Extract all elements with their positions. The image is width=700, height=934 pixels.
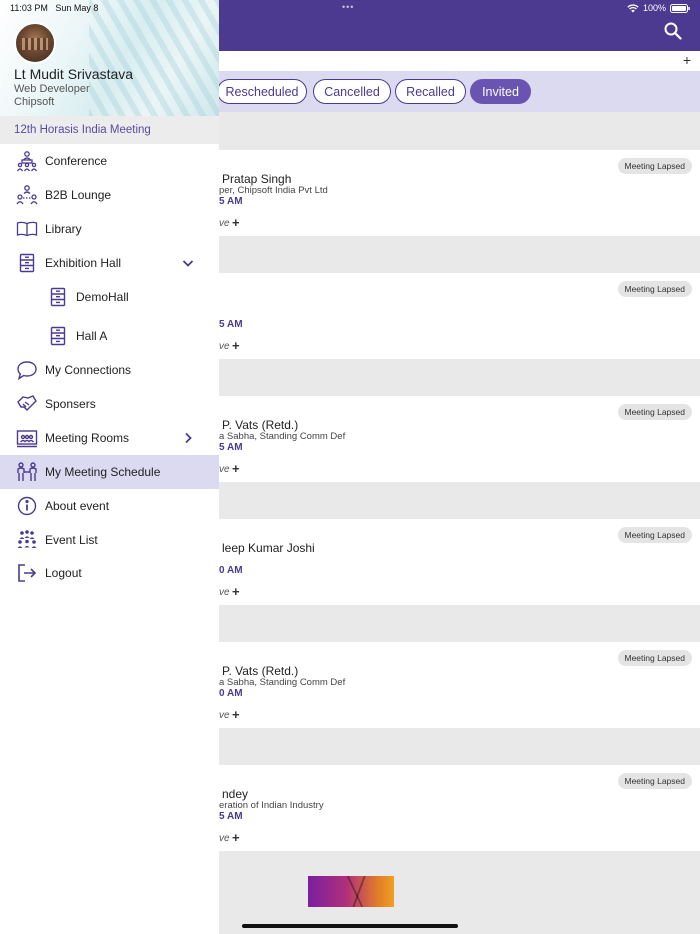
menu-item-my-connections[interactable]: My Connections	[0, 353, 219, 387]
menu-item-demohall[interactable]: DemoHall	[0, 280, 219, 314]
menu-label: My Meeting Schedule	[45, 465, 161, 479]
profile-name: Lt Mudit Srivastava	[14, 66, 134, 82]
meeting-action-plus-icon[interactable]: +	[232, 830, 240, 845]
meeting-person-name: P. Vats (Retd.)	[222, 418, 299, 432]
menu-item-my-meeting-schedule[interactable]: My Meeting Schedule	[0, 455, 219, 489]
meeting-time: 0 AM	[219, 688, 243, 699]
info-icon	[16, 495, 38, 517]
battery-percent: 100%	[642, 3, 666, 13]
meeting-action-plus-icon[interactable]: +	[232, 707, 240, 722]
menu-label: Exhibition Hall	[45, 256, 122, 270]
hall-icon	[47, 325, 69, 347]
menu-item-meeting-rooms[interactable]: Meeting Rooms	[0, 421, 219, 455]
meeting-action-label: ve	[219, 218, 230, 229]
exhibition-icon	[16, 252, 38, 274]
chevron-right-icon[interactable]	[181, 431, 195, 445]
b2b-lounge-icon	[16, 184, 38, 206]
meeting-action-label: ve	[219, 341, 230, 352]
status-badge: Meeting Lapsed	[617, 281, 692, 297]
meeting-action-plus-icon[interactable]: +	[232, 584, 240, 599]
meeting-action-label: ve	[219, 464, 230, 475]
filter-chip-invited[interactable]: Invited	[470, 79, 531, 104]
chevron-down-icon[interactable]	[181, 256, 195, 270]
menu-label: Logout	[45, 566, 82, 580]
menu-item-exhibition-hall[interactable]: Exhibition Hall	[0, 246, 219, 280]
menu-item-b2b-lounge[interactable]: B2B Lounge	[0, 178, 219, 212]
profile-role: Web Developer	[14, 83, 90, 95]
meeting-person-name: ndey	[222, 787, 249, 801]
menu-label: My Connections	[45, 363, 132, 377]
multitasking-dots[interactable]: •••	[342, 2, 354, 12]
menu-item-conference[interactable]: Conference	[0, 144, 219, 178]
profile-company: Chipsoft	[14, 96, 55, 108]
menu-label: Hall A	[76, 329, 108, 343]
add-icon[interactable]: +	[683, 52, 691, 68]
meeting-person-name: leep Kumar Joshi	[222, 541, 315, 555]
menu-label: Conference	[45, 154, 108, 168]
filter-chip-rescheduled[interactable]: Rescheduled	[217, 79, 307, 104]
meeting-action-plus-icon[interactable]: +	[232, 215, 240, 230]
event-title[interactable]: 12th Horasis India Meeting	[0, 116, 219, 144]
meeting-time: 5 AM	[219, 811, 243, 822]
menu-label: Event List	[45, 533, 98, 547]
status-bar-right: 100%	[627, 3, 690, 13]
chat-icon	[16, 359, 38, 381]
status-date: Sun May 8	[55, 3, 99, 13]
filter-chip-recalled[interactable]: Recalled	[395, 79, 466, 104]
status-time: 11:03 PM	[10, 3, 48, 13]
menu-label: DemoHall	[76, 290, 129, 304]
meeting-action-label: ve	[219, 833, 230, 844]
meeting-time: 0 AM	[219, 565, 243, 576]
meeting-person-org: eration of Indian Industry	[219, 800, 324, 811]
meeting-person-org: per, Chipsoft India Pvt Ltd	[219, 185, 328, 196]
status-badge: Meeting Lapsed	[617, 773, 692, 789]
handshake-icon	[16, 393, 38, 415]
menu-item-about-event[interactable]: About event	[0, 489, 219, 523]
meeting-person-name: Pratap Singh	[222, 172, 292, 186]
menu-label: Sponsers	[45, 397, 96, 411]
meeting-time: 5 AM	[219, 442, 243, 453]
schedule-icon	[16, 461, 38, 483]
menu-item-event-list[interactable]: Event List	[0, 523, 219, 557]
menu-item-sponsers[interactable]: Sponsers	[0, 387, 219, 421]
status-badge: Meeting Lapsed	[617, 404, 692, 420]
book-icon	[16, 218, 38, 240]
meeting-person-org: a Sabha, Standing Comm Def	[219, 677, 346, 688]
meeting-time: 5 AM	[219, 196, 243, 207]
home-indicator[interactable]	[242, 924, 458, 928]
menu-item-logout[interactable]: Logout	[0, 556, 219, 590]
wifi-icon	[627, 3, 639, 13]
status-badge: Meeting Lapsed	[617, 650, 692, 666]
hall-icon	[47, 286, 69, 308]
status-badge: Meeting Lapsed	[617, 527, 692, 543]
conference-icon	[16, 150, 38, 172]
meeting-action-label: ve	[219, 587, 230, 598]
menu-label: Meeting Rooms	[45, 431, 130, 445]
meeting-room-icon	[16, 427, 38, 449]
status-badge: Meeting Lapsed	[617, 158, 692, 174]
people-icon	[16, 529, 38, 551]
meeting-person-name: P. Vats (Retd.)	[222, 664, 299, 678]
meeting-time: 5 AM	[219, 319, 243, 330]
status-bar-left: 11:03 PM Sun May 8	[10, 3, 98, 13]
menu-label: B2B Lounge	[45, 188, 112, 202]
search-icon[interactable]	[664, 22, 686, 44]
battery-icon	[670, 3, 690, 13]
meeting-action-label: ve	[219, 710, 230, 721]
navigation-drawer: 11:03 PM Sun May 8 Lt Mudit Srivastava W…	[0, 0, 219, 934]
avatar[interactable]	[14, 22, 56, 64]
menu-item-library[interactable]: Library	[0, 212, 219, 246]
menu-label: About event	[45, 499, 110, 513]
meeting-action-plus-icon[interactable]: +	[232, 338, 240, 353]
filter-chip-cancelled[interactable]: Cancelled	[313, 79, 391, 104]
profile-header: 11:03 PM Sun May 8 Lt Mudit Srivastava W…	[0, 0, 219, 116]
meeting-person-org: a Sabha, Standing Comm Def	[219, 431, 346, 442]
menu-item-hall-a[interactable]: Hall A	[0, 319, 219, 353]
logout-icon	[16, 562, 38, 584]
menu-label: Library	[45, 222, 82, 236]
sponsor-banner[interactable]	[308, 876, 394, 907]
meeting-action-plus-icon[interactable]: +	[232, 461, 240, 476]
